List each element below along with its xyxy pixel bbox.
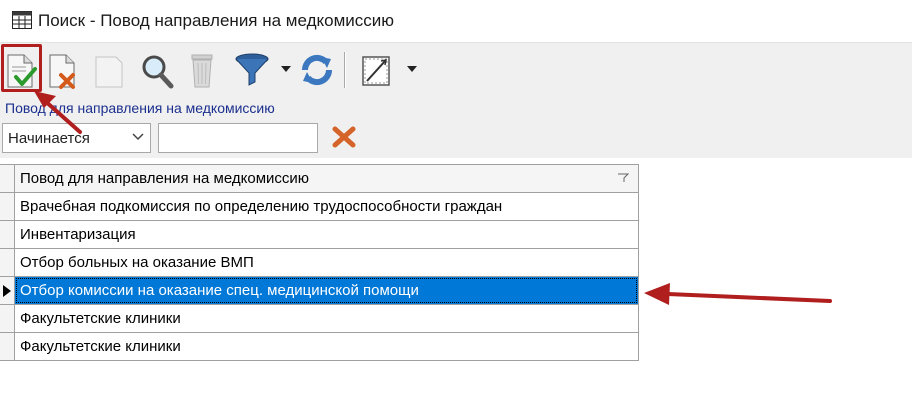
column-filter-icon[interactable] [617,173,629,183]
table-cell[interactable]: Отбор комиссии на оказание спец. медицин… [15,277,638,304]
row-indicator[interactable] [0,221,15,248]
table-cell[interactable]: Факультетские клиники [15,333,638,360]
table-row[interactable]: Отбор комиссии на оказание спец. медицин… [0,277,638,305]
trash-button[interactable] [182,49,222,91]
toolbar-separator [344,52,346,88]
row-indicator[interactable] [0,305,15,332]
document-x-icon [49,54,75,89]
row-indicator[interactable] [0,277,15,304]
table-row[interactable]: Отбор больных на оказание ВМП [0,249,638,277]
clear-filter-icon[interactable] [332,126,356,148]
table-cell[interactable]: Инвентаризация [15,221,638,248]
annotation-highlight-box [1,44,42,92]
find-button[interactable] [137,49,177,91]
row-indicator-header [0,165,15,192]
layout-dropdown-icon[interactable] [407,65,417,73]
table-app-icon [12,11,32,29]
frame-icon [362,56,390,86]
filter-label: Повод для направления на медкомиссию [5,100,275,116]
title-bar: Поиск - Повод направления на медкомиссию [0,0,912,42]
refresh-button[interactable] [297,49,337,91]
filter-button[interactable] [232,49,272,91]
table-row[interactable]: Факультетские клиники [0,305,638,333]
filter-panel: Повод для направления на медкомиссию Нач… [0,96,912,158]
column-header[interactable]: Повод для направления на медкомиссию [15,165,638,192]
column-header-label: Повод для направления на медкомиссию [20,170,310,187]
blank-document-icon [95,56,123,88]
refresh-icon [301,54,333,86]
window-title: Поиск - Повод направления на медкомиссию [38,11,395,30]
results-grid-area: Повод для направления на медкомиссию Вра… [0,158,912,415]
table-row[interactable]: Врачебная подкомиссия по определению тру… [0,193,638,221]
funnel-icon [235,53,269,86]
magnifier-icon [142,55,174,89]
delete-button[interactable] [44,49,84,91]
table-cell[interactable]: Отбор больных на оказание ВМП [15,249,638,276]
row-indicator[interactable] [0,249,15,276]
grid-body: Врачебная подкомиссия по определению тру… [0,193,638,361]
chevron-down-icon [132,133,144,141]
filter-dropdown-icon[interactable] [281,65,291,73]
table-row[interactable]: Факультетские клиники [0,333,638,361]
table-cell[interactable]: Врачебная подкомиссия по определению тру… [15,193,638,220]
trash-icon [191,54,213,88]
blank-doc-button[interactable] [88,49,128,91]
table-row[interactable]: Инвентаризация [0,221,638,249]
filter-value-input[interactable] [158,123,318,153]
table-cell[interactable]: Факультетские клиники [15,305,638,332]
results-grid: Повод для направления на медкомиссию Вра… [0,164,639,361]
grid-header-row: Повод для направления на медкомиссию [0,165,638,193]
toolbar [0,42,912,97]
layout-button[interactable] [355,49,395,91]
filter-mode-select[interactable]: Начинается [2,123,151,153]
filter-mode-value: Начинается [8,130,90,147]
row-indicator[interactable] [0,333,15,360]
current-row-pointer-icon [3,285,11,297]
row-indicator[interactable] [0,193,15,220]
